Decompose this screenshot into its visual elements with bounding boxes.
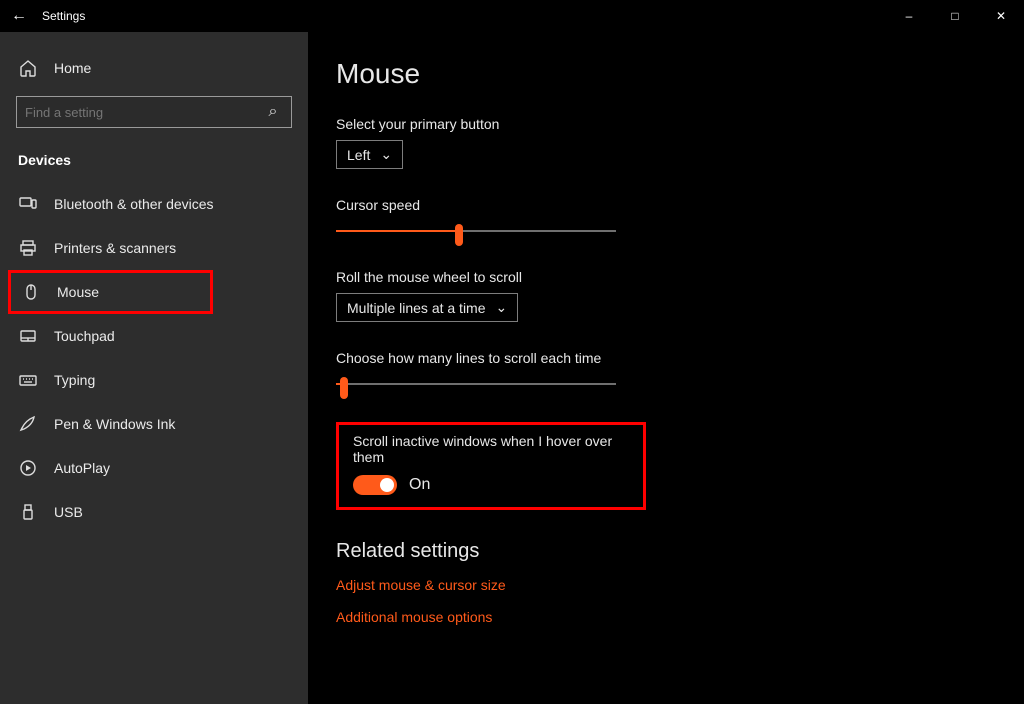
pen-icon bbox=[18, 414, 38, 434]
sidebar-item-label: Touchpad bbox=[54, 328, 115, 344]
arrow-left-icon: ← bbox=[11, 7, 27, 24]
slider-track bbox=[336, 383, 616, 385]
sidebar-item-label: Bluetooth & other devices bbox=[54, 196, 214, 212]
sidebar-home-label: Home bbox=[54, 60, 91, 76]
autoplay-icon bbox=[18, 458, 38, 478]
sidebar-item-usb[interactable]: USB bbox=[0, 490, 308, 534]
scroll-inactive-highlight: Scroll inactive windows when I hover ove… bbox=[336, 422, 646, 510]
wheel-scroll-value: Multiple lines at a time bbox=[347, 300, 486, 316]
wheel-scroll-dropdown[interactable]: Multiple lines at a time ⌄ bbox=[336, 293, 518, 322]
devices-icon bbox=[18, 194, 38, 214]
sidebar-item-label: Printers & scanners bbox=[54, 240, 176, 256]
keyboard-icon bbox=[18, 370, 38, 390]
back-button[interactable]: ← bbox=[0, 0, 38, 32]
maximize-button[interactable]: □ bbox=[932, 0, 978, 32]
home-icon bbox=[18, 58, 38, 78]
usb-icon bbox=[18, 502, 38, 522]
maximize-icon: □ bbox=[951, 9, 958, 23]
titlebar: ← Settings – □ ✕ bbox=[0, 0, 1024, 32]
lines-scroll-slider[interactable] bbox=[336, 374, 616, 394]
search-input[interactable]: ⌕ bbox=[16, 96, 292, 128]
primary-button-label: Select your primary button bbox=[336, 116, 1004, 132]
link-additional-options[interactable]: Additional mouse options bbox=[336, 609, 1004, 625]
sidebar-item-typing[interactable]: Typing bbox=[0, 358, 308, 402]
printer-icon bbox=[18, 238, 38, 258]
related-settings-heading: Related settings bbox=[336, 540, 1004, 563]
primary-button-dropdown[interactable]: Left ⌄ bbox=[336, 140, 403, 169]
cursor-speed-label: Cursor speed bbox=[336, 197, 1004, 213]
search-field[interactable] bbox=[25, 105, 263, 120]
scroll-inactive-state: On bbox=[409, 476, 430, 494]
scroll-inactive-toggle[interactable] bbox=[353, 475, 397, 495]
slider-fill bbox=[336, 230, 459, 232]
minimize-icon: – bbox=[906, 9, 913, 23]
mouse-icon bbox=[21, 282, 41, 302]
primary-button-value: Left bbox=[347, 147, 370, 163]
sidebar-item-autoplay[interactable]: AutoPlay bbox=[0, 446, 308, 490]
wheel-scroll-label: Roll the mouse wheel to scroll bbox=[336, 269, 1004, 285]
slider-thumb[interactable] bbox=[340, 377, 348, 399]
slider-thumb[interactable] bbox=[455, 224, 463, 246]
sidebar-item-label: Mouse bbox=[57, 284, 99, 300]
sidebar-item-label: Typing bbox=[54, 372, 95, 388]
window-title: Settings bbox=[38, 9, 85, 23]
sidebar-item-touchpad[interactable]: Touchpad bbox=[0, 314, 308, 358]
sidebar-item-mouse[interactable]: Mouse bbox=[8, 270, 213, 314]
sidebar: Home ⌕ Devices Bluetooth & other devices bbox=[0, 32, 308, 704]
chevron-down-icon: ⌄ bbox=[380, 146, 392, 163]
lines-scroll-label: Choose how many lines to scroll each tim… bbox=[336, 350, 1004, 366]
minimize-button[interactable]: – bbox=[886, 0, 932, 32]
search-icon: ⌕ bbox=[263, 102, 283, 122]
cursor-speed-slider[interactable] bbox=[336, 221, 616, 241]
sidebar-item-label: Pen & Windows Ink bbox=[54, 416, 175, 432]
touchpad-icon bbox=[18, 326, 38, 346]
sidebar-section-heading: Devices bbox=[0, 142, 308, 182]
scroll-inactive-label: Scroll inactive windows when I hover ove… bbox=[353, 433, 629, 465]
toggle-knob bbox=[380, 478, 394, 492]
sidebar-home[interactable]: Home bbox=[0, 46, 308, 90]
close-button[interactable]: ✕ bbox=[978, 0, 1024, 32]
link-adjust-cursor[interactable]: Adjust mouse & cursor size bbox=[336, 577, 1004, 593]
sidebar-item-bluetooth[interactable]: Bluetooth & other devices bbox=[0, 182, 308, 226]
main-content: Mouse Select your primary button Left ⌄ … bbox=[308, 32, 1024, 704]
sidebar-item-label: USB bbox=[54, 504, 83, 520]
sidebar-item-label: AutoPlay bbox=[54, 460, 110, 476]
chevron-down-icon: ⌄ bbox=[496, 299, 508, 316]
close-icon: ✕ bbox=[996, 9, 1006, 23]
page-title: Mouse bbox=[336, 58, 1004, 90]
sidebar-item-printers[interactable]: Printers & scanners bbox=[0, 226, 308, 270]
sidebar-item-pen[interactable]: Pen & Windows Ink bbox=[0, 402, 308, 446]
